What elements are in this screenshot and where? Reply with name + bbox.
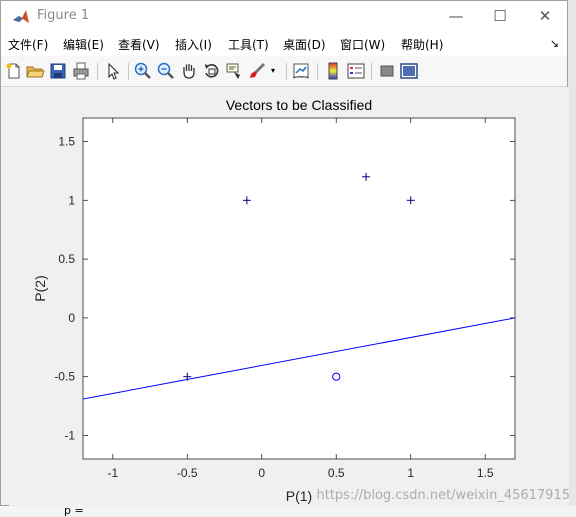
y-tick-label: 1 — [68, 193, 75, 207]
plot-area[interactable]: Vectors to be Classified -1 -0.5 0 0.5 1 1.5 -1… — [9, 87, 569, 507]
open-file-icon[interactable] — [25, 61, 45, 81]
hide-plot-tools-icon[interactable] — [377, 61, 397, 81]
watermark-text: https://blog.csdn.net/weixin_45617915 — [316, 488, 570, 503]
y-tick-label: 0.5 — [58, 252, 75, 266]
zoom-in-icon[interactable] — [133, 61, 153, 81]
data-cursor-icon[interactable] — [225, 61, 245, 81]
close-button[interactable]: ✕ — [522, 1, 568, 32]
axes-box — [82, 117, 516, 460]
brush-icon[interactable] — [248, 61, 268, 81]
show-plot-tools-icon[interactable] — [399, 61, 419, 81]
menu-window[interactable]: 窗口(W) — [340, 36, 385, 53]
x-tick-label: 0 — [258, 466, 265, 480]
x-tick-label: 1 — [407, 466, 414, 480]
toolbar-separator — [371, 63, 372, 80]
edit-plot-arrow-icon[interactable] — [103, 61, 123, 81]
matlab-icon — [13, 10, 29, 23]
background-window-bottom — [0, 506, 576, 514]
y-tick-label: -1 — [64, 428, 75, 442]
y-axis-label: P(2) — [32, 275, 48, 301]
rotate-3d-icon[interactable] — [202, 61, 222, 81]
new-figure-icon[interactable] — [4, 61, 24, 81]
figure-canvas: Vectors to be Classified -1 -0.5 0 0.5 1 1.5 -1… — [9, 87, 569, 507]
menu-tools[interactable]: 工具(T) — [228, 36, 269, 53]
x-axis-label: P(1) — [286, 488, 312, 504]
toolbar-separator — [128, 63, 129, 80]
x-tick-label: -1 — [107, 466, 118, 480]
save-icon[interactable] — [48, 61, 68, 81]
window-title: Figure 1 — [37, 8, 90, 23]
x-tick-label: -0.5 — [177, 466, 198, 480]
figure-window: Figure 1 — ☐ ✕ 文件(F) 编辑(E) 查看(V) 插入(I) 工… — [0, 0, 569, 507]
zoom-out-icon[interactable] — [156, 61, 176, 81]
toolbar-separator — [317, 63, 318, 80]
y-tick-label: 0 — [68, 311, 75, 325]
x-tick-label: 0.5 — [328, 466, 345, 480]
menu-view[interactable]: 查看(V) — [118, 36, 160, 53]
toolbar: ▾ — [1, 56, 567, 87]
link-plot-icon[interactable] — [291, 61, 311, 81]
chart-title: Vectors to be Classified — [226, 97, 372, 113]
dock-arrow-icon[interactable]: ↘ — [550, 37, 559, 50]
pan-hand-icon[interactable] — [179, 61, 199, 81]
menu-insert[interactable]: 插入(I) — [175, 36, 212, 53]
insert-legend-icon[interactable] — [346, 61, 366, 81]
x-tick-label: 1.5 — [477, 466, 494, 480]
background-window-right — [568, 0, 576, 514]
menu-bar: 文件(F) 编辑(E) 查看(V) 插入(I) 工具(T) 桌面(D) 窗口(W… — [1, 32, 567, 56]
toolbar-separator — [286, 63, 287, 80]
menu-file[interactable]: 文件(F) — [8, 36, 48, 53]
menu-edit[interactable]: 编辑(E) — [63, 36, 104, 53]
minimize-button[interactable]: — — [433, 1, 479, 32]
y-tick-label: 1.5 — [58, 135, 75, 149]
menu-help[interactable]: 帮助(H) — [401, 36, 443, 53]
print-icon[interactable] — [71, 61, 91, 81]
y-tick-label: -0.5 — [54, 370, 75, 384]
title-bar: Figure 1 — ☐ ✕ — [1, 1, 567, 32]
insert-colorbar-icon[interactable] — [323, 61, 343, 81]
brush-dropdown-icon[interactable]: ▾ — [271, 66, 275, 75]
toolbar-separator — [97, 63, 98, 80]
menu-desktop[interactable]: 桌面(D) — [283, 36, 326, 53]
maximize-button[interactable]: ☐ — [477, 1, 523, 32]
